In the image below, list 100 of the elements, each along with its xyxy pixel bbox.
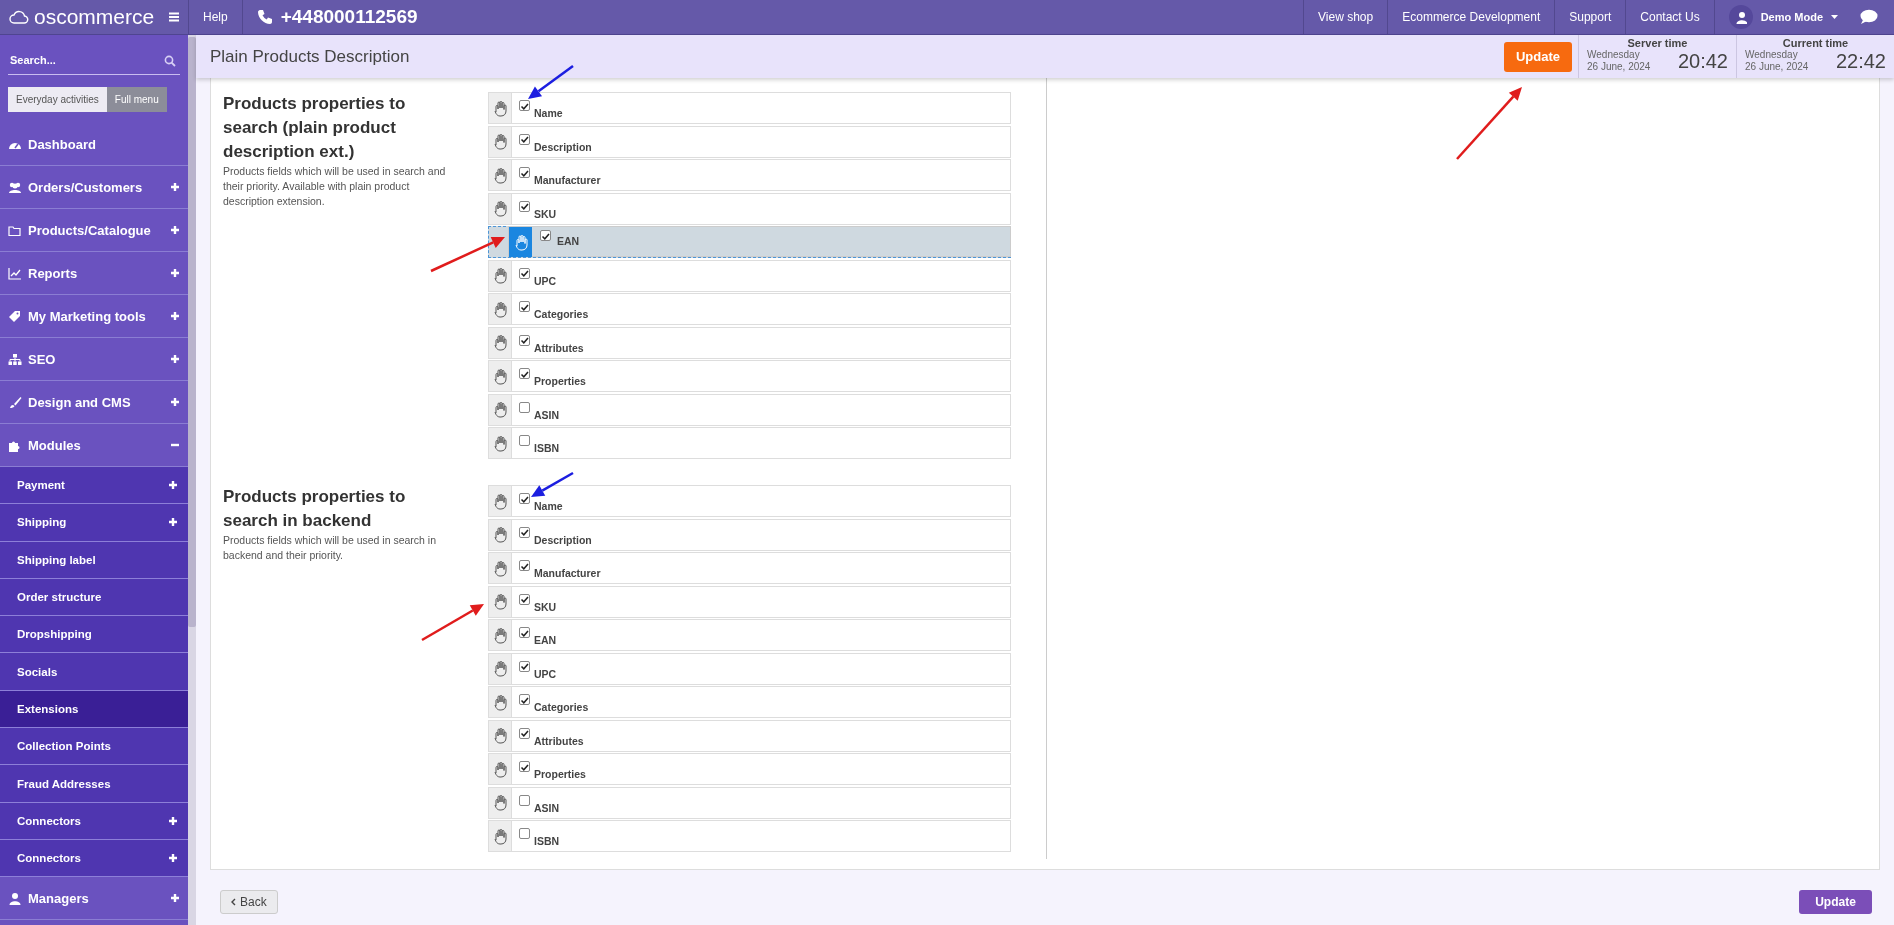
checkbox[interactable] (519, 828, 530, 839)
checkbox[interactable] (519, 435, 530, 446)
drag-handle[interactable] (489, 787, 512, 818)
field-row[interactable]: Properties (488, 753, 1011, 785)
checkbox[interactable] (519, 526, 530, 538)
drag-handle[interactable] (489, 720, 512, 751)
plus-icon[interactable] (170, 268, 180, 278)
drag-handle[interactable] (489, 428, 512, 458)
checkbox[interactable] (519, 660, 530, 672)
logo-text[interactable]: oscommerce (34, 5, 155, 29)
submenu-item[interactable]: Fraud Addresses (0, 765, 188, 803)
submenu-item[interactable]: Dropshipping (0, 616, 188, 654)
drag-handle[interactable] (489, 260, 512, 291)
field-row[interactable]: Categories (488, 686, 1011, 718)
update-button[interactable]: Update (1799, 890, 1872, 914)
checkbox[interactable] (519, 593, 530, 605)
field-row[interactable]: Name (488, 485, 1011, 517)
mode-tab[interactable]: Everyday activities (8, 87, 107, 112)
avatar-icon[interactable] (1728, 5, 1753, 29)
checkbox[interactable] (519, 334, 530, 346)
drag-handle[interactable] (489, 620, 512, 650)
field-row[interactable]: SKU (488, 585, 1011, 618)
checkbox[interactable] (519, 301, 530, 312)
user-name[interactable]: Demo Mode (1760, 11, 1823, 23)
submenu-item[interactable]: Payment (0, 467, 188, 505)
field-row[interactable]: Name (488, 92, 1011, 124)
submenu-item[interactable]: Socials (0, 653, 188, 691)
plus-icon[interactable] (168, 815, 178, 826)
field-row[interactable]: Properties (488, 360, 1011, 392)
checkbox[interactable] (519, 267, 530, 279)
field-row[interactable]: EAN (488, 619, 1011, 651)
submenu-item[interactable]: Order structure (0, 578, 188, 617)
top-link[interactable]: Contact Us (1626, 0, 1715, 34)
field-row[interactable]: Description (488, 125, 1011, 158)
plus-icon[interactable] (170, 311, 180, 321)
checkbox[interactable] (519, 627, 530, 638)
top-link[interactable]: View shop (1304, 0, 1389, 34)
drag-handle[interactable] (489, 653, 512, 684)
submenu-item[interactable]: Extensions (0, 690, 188, 729)
field-row[interactable]: UPC (488, 652, 1011, 685)
field-row[interactable]: Attributes (488, 326, 1011, 359)
drag-handle[interactable] (489, 821, 512, 851)
drag-handle[interactable] (489, 519, 512, 550)
drag-handle[interactable] (489, 687, 512, 717)
drag-handle[interactable] (489, 586, 512, 617)
drag-handle[interactable] (489, 193, 512, 224)
caret-icon[interactable] (1831, 15, 1838, 19)
field-row[interactable]: ISBN (488, 427, 1011, 459)
checkbox[interactable] (519, 100, 530, 111)
drag-handle[interactable] (489, 754, 512, 784)
drag-handle[interactable] (489, 327, 512, 358)
chat-icon[interactable] (1860, 9, 1878, 25)
submenu-item[interactable]: Shipping (0, 504, 188, 542)
field-row[interactable]: Manufacturer (488, 552, 1011, 584)
checkbox[interactable] (519, 368, 530, 379)
plus-icon[interactable] (168, 853, 178, 864)
plus-icon[interactable] (168, 517, 178, 528)
field-row[interactable]: Attributes (488, 719, 1011, 752)
submenu-item[interactable]: Collection Points (0, 728, 188, 766)
plus-icon[interactable] (170, 225, 180, 235)
checkbox[interactable] (519, 167, 530, 178)
checkbox[interactable] (519, 727, 530, 739)
checkbox[interactable] (519, 200, 530, 212)
drag-handle[interactable] (489, 486, 512, 516)
checkbox[interactable] (519, 794, 530, 806)
plus-icon[interactable] (170, 182, 180, 192)
field-row[interactable]: ISBN (488, 820, 1011, 852)
scrollbar[interactable] (188, 35, 196, 925)
drag-handle[interactable] (489, 394, 512, 425)
submenu-item[interactable]: Connectors (0, 802, 188, 840)
checkbox[interactable] (519, 493, 530, 504)
plus-icon[interactable] (170, 397, 180, 407)
field-row[interactable]: Manufacturer (488, 159, 1011, 191)
checkbox[interactable] (519, 761, 530, 772)
field-row[interactable]: ASIN (488, 393, 1011, 426)
submenu-item[interactable]: Shipping label (0, 541, 188, 579)
search-field[interactable]: Search... (8, 45, 180, 75)
drag-handle[interactable] (489, 361, 512, 391)
drag-handle[interactable] (509, 227, 532, 257)
help-link[interactable]: Help (189, 0, 243, 34)
top-link[interactable]: Support (1555, 0, 1627, 34)
field-row[interactable]: ASIN (488, 786, 1011, 819)
submenu-item[interactable]: Connectors (0, 839, 188, 878)
field-row[interactable]: Description (488, 518, 1011, 551)
field-row[interactable]: EAN (508, 226, 1011, 257)
plus-icon[interactable] (170, 893, 180, 904)
plus-icon[interactable] (168, 480, 178, 491)
drag-handle[interactable] (489, 160, 512, 190)
drag-handle[interactable] (489, 93, 512, 123)
top-link[interactable]: Ecommerce Development (1388, 0, 1556, 34)
checkbox[interactable] (519, 560, 530, 571)
drag-handle[interactable] (489, 553, 512, 583)
checkbox[interactable] (519, 401, 530, 413)
field-row[interactable]: SKU (488, 192, 1011, 225)
menu-icon[interactable] (168, 12, 180, 22)
drag-handle[interactable] (489, 294, 512, 324)
drag-handle[interactable] (489, 126, 512, 157)
field-row[interactable]: Categories (488, 293, 1011, 325)
checkbox[interactable] (540, 230, 551, 241)
checkbox[interactable] (519, 694, 530, 705)
